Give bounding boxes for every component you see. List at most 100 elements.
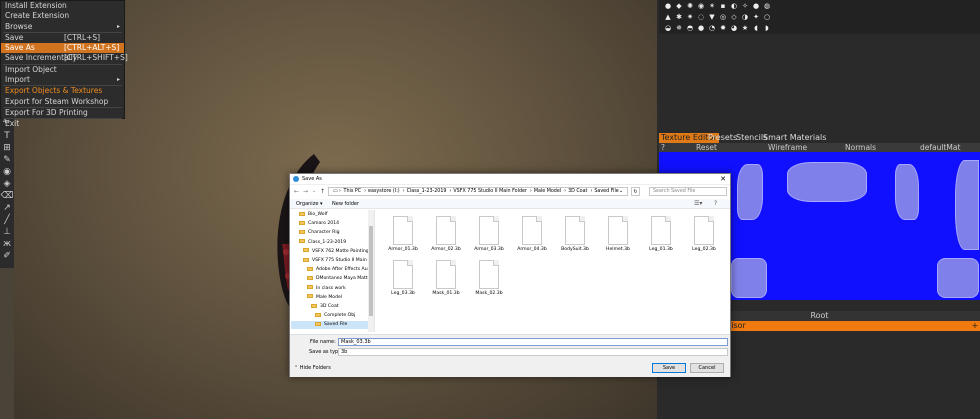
tree-item[interactable]: VSFX 775 Studio II Main Fold: [291, 257, 374, 265]
brush-icon[interactable]: ✎: [0, 154, 14, 166]
butterfly-icon[interactable]: ж: [0, 238, 14, 250]
brush-alpha-icon[interactable]: ◓: [685, 23, 695, 33]
menu-item-export-for-steam-workshop[interactable]: Export for Steam Workshop: [1, 97, 124, 107]
brush-alpha-icon[interactable]: ▪: [718, 1, 728, 11]
brush-alpha-icon[interactable]: ◉: [696, 1, 706, 11]
tree-item[interactable]: Camaro 2014: [291, 220, 369, 228]
tree-item[interactable]: Class_1-23-2019: [291, 239, 369, 247]
breadcrumb-item[interactable]: easystore (I:): [368, 189, 400, 194]
brush-alpha-icon[interactable]: ◌: [696, 12, 706, 22]
breadcrumb-item[interactable]: This PC: [344, 189, 362, 194]
file-item[interactable]: BodySuit.3b: [552, 212, 590, 254]
forward-arrow-icon[interactable]: →: [303, 188, 308, 195]
menu-item-save-incrementally[interactable]: Save Incrementally [CTRL+SHIFT+S]: [1, 53, 128, 63]
breadcrumb-item[interactable]: 3D Coat: [568, 189, 587, 194]
menu-item-exit[interactable]: Exit: [1, 119, 124, 129]
pick-icon[interactable]: ↗: [0, 202, 14, 214]
brush-alpha-icon[interactable]: ◔: [707, 23, 717, 33]
breadcrumb-chevron-icon[interactable]: ›: [403, 189, 405, 194]
add-layer-button[interactable]: +: [970, 321, 980, 331]
chevron-down-icon[interactable]: ⌄: [312, 188, 316, 194]
file-item[interactable]: Armor_02.3b: [423, 212, 461, 254]
up-arrow-icon[interactable]: ↑: [320, 188, 325, 195]
eye-icon[interactable]: ◉: [0, 166, 14, 178]
brush-alpha-icon[interactable]: ✺: [685, 1, 695, 11]
file-item[interactable]: Armor_04.3b: [509, 212, 547, 254]
close-icon[interactable]: ✕: [720, 175, 726, 183]
tree-item[interactable]: Character Rig: [291, 229, 369, 237]
fill-icon[interactable]: ◈: [0, 178, 14, 190]
brush-alpha-icon[interactable]: ✶: [707, 1, 717, 11]
menu-item-save[interactable]: Save [CTRL+S]: [1, 33, 124, 43]
brush-alpha-icon[interactable]: ▲: [663, 12, 673, 22]
breadcrumb-item[interactable]: Male Model: [534, 189, 561, 194]
brush-alpha-icon[interactable]: ●: [696, 23, 706, 33]
brush-alpha-icon[interactable]: ✱: [674, 12, 684, 22]
line-icon[interactable]: ╱: [0, 214, 14, 226]
brush-alpha-icon[interactable]: ✧: [740, 1, 750, 11]
brush-alpha-icon[interactable]: ★: [740, 23, 750, 33]
brush-alpha-icon[interactable]: ◎: [718, 12, 728, 22]
help-icon[interactable]: ?: [714, 200, 717, 207]
menu-item-import[interactable]: Import ▸: [1, 75, 124, 85]
brush-alpha-icon[interactable]: ◇: [729, 12, 739, 22]
breadcrumb-item[interactable]: VSFX 775 Studio II Main Folder: [453, 189, 527, 194]
file-name-input[interactable]: Mask_03.3b: [338, 338, 728, 346]
tree-item[interactable]: Saved File: [291, 321, 369, 330]
dialog-titlebar[interactable]: Save As ✕: [290, 174, 730, 185]
file-item[interactable]: Helmet.3b: [595, 212, 633, 254]
brush-alpha-icon[interactable]: ◕: [729, 23, 739, 33]
breadcrumb-chevron-icon[interactable]: ›: [364, 189, 366, 194]
breadcrumb-chevron-icon[interactable]: ›: [590, 189, 592, 194]
text-icon[interactable]: T: [0, 130, 14, 142]
brush-alpha-icon[interactable]: ◒: [663, 23, 673, 33]
wireframe-toggle[interactable]: Wireframe: [768, 143, 807, 152]
save-type-select[interactable]: 3b: [338, 348, 728, 356]
brush-alpha-icon[interactable]: ✷: [685, 12, 695, 22]
tab-smart-materials[interactable]: Smart Materials: [761, 133, 828, 143]
material-select[interactable]: defaultMat: [920, 143, 960, 152]
brush-alpha-icon[interactable]: ◆: [674, 1, 684, 11]
tree-item[interactable]: Bio_Wolf: [291, 211, 369, 219]
stamp-icon[interactable]: ⊥: [0, 226, 14, 238]
brush-grid[interactable]: ● ◆ ✺ ◉ ✶ ▪ ◐ ✧ ● ◍ ▲ ✱ ✷ ◌ ▼ ◎ ◇ ◑ ✦ ○ ◒ ✵ ◓ ● ◔ ✹ ◕ ★ ◖ ◗: [659, 0, 771, 34]
breadcrumb-chevron-icon[interactable]: ›: [530, 189, 532, 194]
file-item[interactable]: Leg_02.3b: [681, 212, 719, 254]
file-item[interactable]: Mask_02.3b: [466, 256, 504, 298]
tree-item[interactable]: Complete Obj: [291, 312, 369, 320]
tree-scrollbar-thumb[interactable]: [369, 226, 373, 316]
brush-alpha-icon[interactable]: ◑: [740, 12, 750, 22]
tree-item[interactable]: Male Model: [291, 294, 369, 302]
pen-icon[interactable]: ✐: [0, 250, 14, 262]
breadcrumb-item[interactable]: Class_1-23-2019: [407, 189, 447, 194]
brush-alpha-icon[interactable]: ✦: [751, 12, 761, 22]
refresh-icon[interactable]: ↻: [631, 187, 640, 196]
file-item[interactable]: Mask_01.3b: [423, 256, 461, 298]
tree-item[interactable]: Adobe After Effects Auto-S: [291, 266, 374, 274]
hide-folders-toggle[interactable]: ⌃ Hide Folders: [294, 365, 331, 371]
brush-alpha-icon[interactable]: ▼: [707, 12, 717, 22]
menu-item-export-for-3d-printing[interactable]: Export For 3D Printing: [1, 108, 124, 118]
menu-item-install-extension[interactable]: Install Extension: [1, 1, 124, 11]
file-item[interactable]: Leg_01.3b: [638, 212, 676, 254]
menu-item-browse[interactable]: Browse ▸: [1, 22, 124, 32]
breadcrumb-item[interactable]: Saved File: [594, 189, 618, 194]
file-item[interactable]: Leg_03.3b: [380, 256, 418, 298]
back-arrow-icon[interactable]: ←: [294, 188, 299, 195]
normals-toggle[interactable]: Normals: [845, 143, 876, 152]
menu-item-export-objects-textures[interactable]: Export Objects & Textures: [1, 86, 124, 96]
brush-alpha-icon[interactable]: ◖: [751, 23, 761, 33]
cancel-button[interactable]: Cancel: [690, 363, 724, 373]
menu-item-save-as[interactable]: Save As [CTRL+ALT+S]: [1, 43, 124, 54]
brush-alpha-icon[interactable]: ●: [663, 1, 673, 11]
brush-alpha-icon[interactable]: ◐: [729, 1, 739, 11]
tree-item[interactable]: VSFX 762 Matte Painting Stuf: [291, 248, 374, 256]
breadcrumb-chevron-icon[interactable]: ›: [449, 189, 451, 194]
brush-alpha-icon[interactable]: ✵: [674, 23, 684, 33]
tree-item[interactable]: In class work: [291, 285, 369, 293]
breadcrumb-chevron-icon[interactable]: ›: [564, 189, 566, 194]
layer-row-selected[interactable]: lisor: [725, 321, 970, 331]
reset-button[interactable]: Reset: [696, 143, 717, 152]
menu-item-create-extension[interactable]: Create Extension: [1, 11, 124, 21]
brush-alpha-icon[interactable]: ●: [751, 1, 761, 11]
